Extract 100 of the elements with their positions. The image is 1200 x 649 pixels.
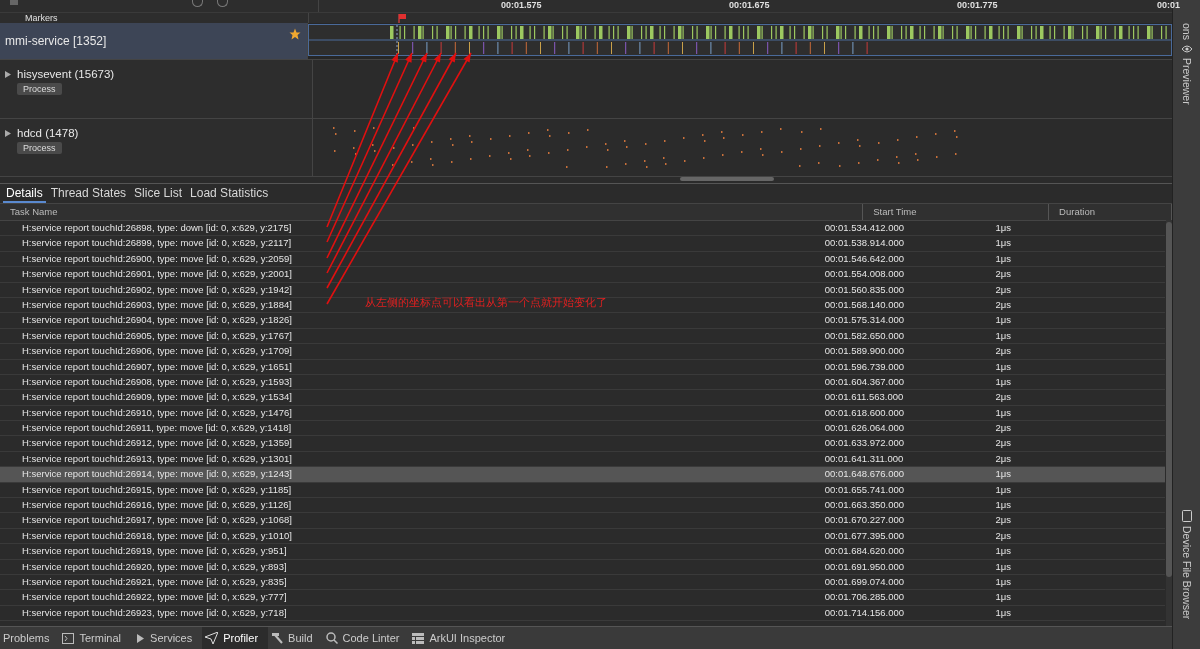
start-time-cell-text: 00:01.691.950.000 [823, 559, 905, 574]
expand-arrow-icon[interactable] [5, 129, 11, 137]
start-time-cell-text: 00:01.534.412.000 [823, 221, 905, 235]
selected-table-row[interactable]: H:service report touchId:26914, type: move [id: 0, x:629, y:1243] 00:01.648.676.000 1μs [0, 467, 1165, 483]
tool-window-tab[interactable]: Code Linter [322, 627, 410, 649]
task-name-cell-text: H:service report touchId:26907, type: move [id: 0, x:629, y:1651] [21, 359, 292, 374]
task-name-cell-text: H:service report touchId:26923, type: move [id: 0, x:629, y:718] [21, 605, 287, 620]
duration-cell-text: 1μs [994, 328, 1013, 343]
panel-tab[interactable]: Load Statistics [187, 184, 272, 203]
task-name-cell-text: H:service report touchId:26922, type: move [id: 0, x:629, y:777] [21, 590, 287, 605]
duration-cell-text: 1μs [994, 221, 1013, 235]
scroll-thumb[interactable] [1166, 222, 1172, 577]
task-name-cell-text: H:service report touchId:26902, type: move [id: 0, x:629, y:1942] [21, 282, 292, 297]
time-tick-label: 00:01 [1157, 0, 1181, 11]
start-time-cell-text: 00:01.648.676.000 [823, 467, 905, 482]
start-time-cell-text: 00:01.626.064.000 [823, 421, 905, 436]
tool-window-tab[interactable]: Services [131, 627, 203, 649]
task-name-cell-text: H:service report touchId:26909, type: move [id: 0, x:629, y:1534] [21, 390, 292, 405]
eye-icon [1180, 44, 1193, 54]
start-time-cell-text: 00:01.714.156.000 [823, 605, 905, 620]
process-tag: Process [17, 142, 62, 154]
task-name-cell-text: H:service report touchId:26908, type: move [id: 0, x:629, y:1593] [21, 374, 292, 389]
duration-cell-text: 2μs [994, 282, 1013, 297]
duration-cell-text: 2μs [994, 267, 1013, 282]
start-time-cell-text: 00:01.706.285.000 [823, 590, 905, 605]
duration-cell-text: 1μs [994, 575, 1013, 589]
start-time-cell-text: 00:01.663.350.000 [823, 498, 905, 513]
list-icon [412, 632, 425, 644]
task-name-cell-text: H:service report touchId:26920, type: move [id: 0, x:629, y:893] [21, 559, 287, 574]
flag-icon[interactable] [398, 14, 406, 23]
start-time-cell-text: 00:01.575.314.000 [823, 313, 905, 328]
duration-cell-text: 2μs [994, 436, 1013, 451]
tool-window-tab[interactable]: Terminal [59, 627, 132, 649]
time-tick-label: 00:01.675 [729, 0, 770, 11]
play-icon [134, 632, 146, 644]
task-name-cell-text: H:service report touchId:26901, type: move [id: 0, x:629, y:2001] [21, 267, 292, 282]
task-name-cell-text: H:service report touchId:26917, type: move [id: 0, x:629, y:1068] [21, 513, 292, 528]
annotation-text: 从左侧的坐标点可以看出从第一个点就开始变化了 [365, 295, 607, 310]
task-name-cell-text: H:service report touchId:26913, type: move [id: 0, x:629, y:1301] [21, 451, 292, 466]
terminal-icon [62, 632, 75, 644]
zoom-icon[interactable] [192, 0, 203, 7]
start-time-cell-text: 00:01.633.972.000 [823, 436, 905, 451]
start-time-cell-text: 00:01.596.739.000 [823, 359, 905, 374]
task-name-cell-text: H:service report touchId:26915, type: move [id: 0, x:629, y:1185] [21, 482, 292, 497]
tool-window-tab[interactable]: Problems [0, 627, 60, 649]
start-time-cell-text: 00:01.604.367.000 [823, 374, 905, 389]
zoom-icon[interactable] [217, 0, 228, 7]
device-icon [1181, 509, 1192, 522]
duration-cell-text: 1μs [994, 359, 1013, 374]
side-tool-button[interactable]: Previewer [1180, 44, 1193, 105]
task-name-cell-text: H:service report touchId:26921, type: move [id: 0, x:629, y:835] [21, 575, 287, 589]
task-name-cell-text: H:service report touchId:26914, type: move [id: 0, x:629, y:1243] [21, 467, 292, 482]
duration-cell-text: 2μs [994, 513, 1013, 528]
star-icon[interactable] [289, 28, 301, 40]
duration-cell-text: 1μs [994, 405, 1013, 420]
task-name-cell-text: H:service report touchId:26916, type: move [id: 0, x:629, y:1126] [21, 498, 292, 513]
start-time-cell-text: 00:01.677.395.000 [823, 528, 905, 543]
start-time-cell-text: 00:01.655.741.000 [823, 482, 905, 497]
duration-cell-text: 2μs [994, 421, 1013, 436]
duration-cell-text: 1μs [994, 251, 1013, 266]
track-name: hdcd (1478) [17, 127, 79, 139]
hammer-icon [271, 632, 284, 644]
start-time-cell-text: 00:01.560.835.000 [823, 282, 905, 297]
task-name-cell-text: H:service report touchId:26918, type: move [id: 0, x:629, y:1010] [21, 528, 292, 543]
track-row[interactable]: hisysevent (15673) Process [0, 60, 1172, 119]
tool-window-tab[interactable]: Build [268, 627, 323, 649]
start-time-cell-text: 00:01.670.227.000 [823, 513, 905, 528]
duration-cell-text: 1μs [994, 313, 1013, 328]
side-tool-button[interactable]: Device File Browser [1180, 509, 1193, 620]
column-header[interactable]: Task Name [0, 204, 864, 220]
magnifier-icon [325, 632, 338, 644]
duration-cell-text: 1μs [994, 236, 1013, 251]
tool-window-tab[interactable]: Profiler [202, 627, 269, 649]
tool-window-tab[interactable]: ArkUI Inspector [409, 627, 516, 649]
track-name: hisysevent (15673) [17, 68, 115, 80]
duration-cell-text: 1μs [994, 482, 1013, 497]
duration-cell-text: 2μs [994, 344, 1013, 359]
start-time-cell-text: 00:01.611.563.000 [823, 390, 905, 405]
paper-plane-icon [205, 632, 219, 644]
expand-arrow-icon[interactable] [5, 70, 11, 78]
duration-cell-text: 2μs [994, 528, 1013, 543]
duration-cell-text: 2μs [994, 390, 1013, 405]
duration-cell-text: 1μs [994, 374, 1013, 389]
task-name-cell-text: H:service report touchId:26919, type: move [id: 0, x:629, y:951] [21, 544, 287, 559]
process-tag: Process [17, 83, 62, 95]
task-name-cell-text: H:service report touchId:26899, type: move [id: 0, x:629, y:2117] [21, 236, 292, 251]
side-tool-button[interactable]: ons [1180, 0, 1193, 40]
track-row[interactable]: mmi-service [1352] [0, 23, 1172, 60]
duration-cell-text: 1μs [994, 590, 1013, 605]
duration-cell-text: 1μs [994, 498, 1013, 513]
start-time-cell-text: 00:01.641.311.000 [823, 451, 905, 466]
start-time-cell-text: 00:01.589.900.000 [823, 344, 905, 359]
panel-tab[interactable]: Slice List [131, 184, 186, 203]
start-time-cell-text: 00:01.582.650.000 [823, 328, 905, 343]
time-tick-label: 00:01.775 [957, 0, 998, 11]
column-header[interactable]: Start Time [863, 204, 1050, 220]
duration-cell-text: 2μs [994, 451, 1013, 466]
task-name-cell-text: H:service report touchId:26906, type: move [id: 0, x:629, y:1709] [21, 344, 292, 359]
panel-tab[interactable]: Thread States [47, 184, 130, 203]
scroll-thumb[interactable] [680, 177, 774, 181]
